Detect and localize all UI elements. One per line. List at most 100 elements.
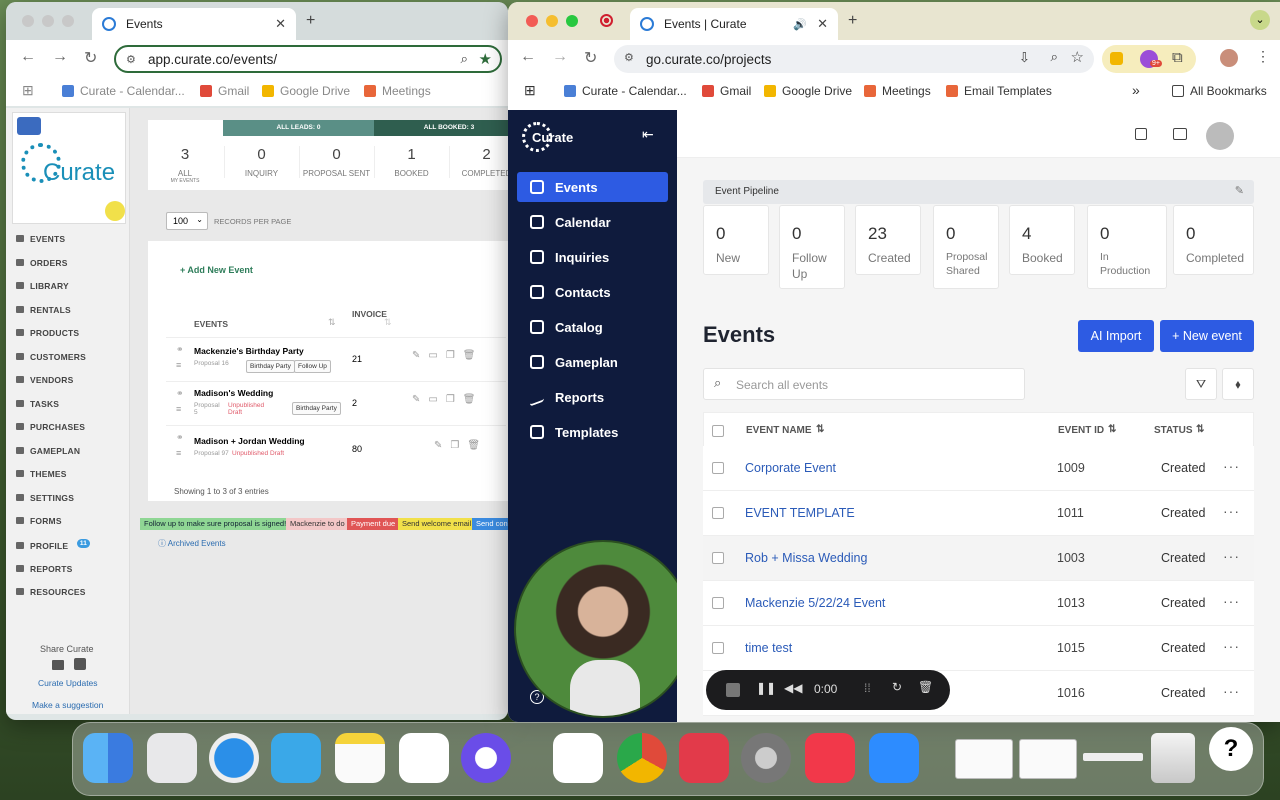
row-checkbox[interactable] xyxy=(712,642,724,654)
pipeline-follow-up[interactable]: 0 Follow Up xyxy=(779,205,845,289)
new-tab-button[interactable]: + xyxy=(848,12,857,30)
table-row[interactable]: Rob + Missa Wedding 1003 Created ··· xyxy=(703,536,1254,581)
row-checkbox[interactable] xyxy=(712,507,724,519)
search-events-input[interactable]: ⌕ Search all events xyxy=(703,368,1025,400)
back-icon[interactable]: ← xyxy=(20,48,36,66)
col-invoice-header[interactable]: INVOICE xyxy=(352,309,387,319)
zoom-icon[interactable] xyxy=(869,733,919,783)
bookmark-star-icon[interactable]: ☆ xyxy=(1071,48,1084,66)
reload-icon[interactable]: ↻ xyxy=(84,48,97,68)
tab-search-button[interactable]: ⌄ xyxy=(1250,10,1270,30)
row-checkbox[interactable] xyxy=(712,462,724,474)
sidebar-item-themes[interactable]: THEMES xyxy=(16,469,67,479)
delete-recording-icon[interactable]: 🗑 xyxy=(918,680,933,694)
stop-recording-button[interactable] xyxy=(726,683,740,697)
bookmark-google-drive[interactable]: Google Drive xyxy=(262,84,350,98)
table-row[interactable]: EVENT TEMPLATE 1011 Created ··· xyxy=(703,491,1254,536)
row-actions-icons[interactable]: ✎▭❐🗑 xyxy=(412,350,484,361)
minimize-window-button[interactable] xyxy=(546,15,558,27)
row-menu-icon[interactable]: ··· xyxy=(1223,593,1240,609)
close-tab-icon[interactable]: ✕ xyxy=(275,16,286,32)
drag-handle-icon[interactable]: ≡ xyxy=(176,404,181,414)
apps-grid-icon[interactable]: ⊞ xyxy=(22,82,34,99)
bookmark-meetings[interactable]: Meetings xyxy=(864,84,931,98)
drag-grip-icon[interactable]: ⁞⁞ xyxy=(864,681,871,695)
help-question-icon[interactable]: ? xyxy=(1209,727,1253,771)
right-tab-events-curate[interactable]: Events | Curate 🔊 ✕ xyxy=(630,8,838,40)
sort-icon[interactable]: ⇅ xyxy=(1108,424,1116,435)
site-settings-icon[interactable]: ⚙ xyxy=(126,53,136,66)
bookmark-gmail[interactable]: Gmail xyxy=(200,84,249,98)
sidebar-item-customers[interactable]: CUSTOMERS xyxy=(16,352,86,362)
archived-events-link[interactable]: ⓘ Archived Events xyxy=(158,538,226,549)
back-icon[interactable]: ← xyxy=(520,48,536,66)
nav-item-gameplan[interactable]: Gameplan xyxy=(517,347,668,377)
sidebar-item-products[interactable]: PRODUCTS xyxy=(16,328,79,338)
sidebar-item-reports[interactable]: REPORTS xyxy=(16,564,73,574)
left-address-bar[interactable]: ⚙ app.curate.co/events/ ⌕ ★ xyxy=(114,45,502,73)
stat-all[interactable]: 3 ALL MY EVENTS xyxy=(148,146,222,184)
sidebar-item-rentals[interactable]: RENTALS xyxy=(16,305,71,315)
sidebar-item-gameplan[interactable]: GAMEPLAN xyxy=(16,446,80,456)
table-row[interactable]: Corporate Event 1009 Created ··· xyxy=(703,446,1254,491)
notes-icon[interactable] xyxy=(335,733,385,783)
stat-completed[interactable]: 2 COMPLETED xyxy=(449,146,508,178)
nav-item-reports[interactable]: Reports xyxy=(517,382,668,412)
new-tab-button[interactable]: + xyxy=(306,12,315,30)
perplexity-icon[interactable] xyxy=(461,733,511,783)
nav-item-contacts[interactable]: Contacts xyxy=(517,277,668,307)
safari-icon[interactable] xyxy=(209,733,259,783)
facebook-icon[interactable] xyxy=(74,658,86,670)
pipeline-created[interactable]: 23 Created xyxy=(855,205,921,275)
row-actions-icons[interactable]: ✎▭❐🗑 xyxy=(412,394,484,405)
stat-proposal-sent[interactable]: 0 PROPOSAL SENT xyxy=(299,146,373,178)
chrome-window-thumbnail[interactable] xyxy=(1083,753,1143,761)
sidebar-item-library[interactable]: LIBRARY xyxy=(16,281,69,291)
sidebar-item-tasks[interactable]: TASKS xyxy=(16,399,59,409)
music-icon[interactable] xyxy=(805,733,855,783)
tag-pill-follow-up[interactable]: Follow up to make sure proposal is signe… xyxy=(140,518,291,530)
system-settings-icon[interactable] xyxy=(741,733,791,783)
minimize-window-button[interactable] xyxy=(42,15,54,27)
pipeline-booked[interactable]: 4 Booked xyxy=(1009,205,1075,275)
sort-icon[interactable]: ⇅ xyxy=(1196,424,1204,435)
row-actions-icons[interactable]: ✎❐🗑 xyxy=(434,440,488,451)
bookmark-star-icon[interactable]: ★ xyxy=(479,50,492,68)
row-menu-icon[interactable]: ··· xyxy=(1223,683,1240,699)
bookmark-curate[interactable]: Curate - Calendar... xyxy=(62,84,185,98)
trash-icon[interactable] xyxy=(1151,733,1195,783)
sidebar-item-purchases[interactable]: PURCHASES xyxy=(16,422,85,432)
audio-icon[interactable]: 🔊 xyxy=(793,18,807,31)
nav-item-events[interactable]: Events xyxy=(517,172,668,202)
row-menu-icon[interactable]: ··· xyxy=(1223,503,1240,519)
stat-booked[interactable]: 1 BOOKED xyxy=(374,146,448,178)
menu-kebab-icon[interactable]: ⋮ xyxy=(1256,48,1270,65)
row-menu-icon[interactable]: ··· xyxy=(1223,548,1240,564)
sidebar-item-settings[interactable]: SETTINGS xyxy=(16,493,74,503)
user-avatar[interactable] xyxy=(1206,122,1234,150)
restart-icon[interactable]: ↻ xyxy=(892,680,902,694)
sort-icon[interactable]: ⇅ xyxy=(384,317,392,328)
sidebar-item-events[interactable]: EVENTS xyxy=(16,234,65,244)
nav-item-templates[interactable]: Templates xyxy=(517,417,668,447)
sidebar-item-resources[interactable]: RESOURCES xyxy=(16,587,86,597)
row-checkbox[interactable] xyxy=(712,552,724,564)
row-menu-icon[interactable]: ··· xyxy=(1223,458,1240,474)
row-checkbox[interactable] xyxy=(712,597,724,609)
table-row[interactable]: ⚭ ≡ Madison's Wedding Proposal 5 Unpubli… xyxy=(166,381,506,425)
expensify-icon[interactable] xyxy=(679,733,729,783)
site-settings-icon[interactable]: ⚙ xyxy=(624,51,634,64)
reload-icon[interactable]: ↻ xyxy=(584,48,597,68)
tag-pill-send-con[interactable]: Send con xyxy=(472,518,508,530)
forward-icon[interactable]: → xyxy=(52,48,68,66)
table-row[interactable]: ⚭ ≡ Mackenzie's Birthday Party Proposal … xyxy=(166,337,506,381)
pipeline-in-production[interactable]: 0 In Production xyxy=(1087,205,1167,289)
window-thumbnail-2[interactable] xyxy=(1019,739,1077,779)
pipeline-completed[interactable]: 0 Completed xyxy=(1173,205,1254,275)
suggestion-link[interactable]: Make a suggestion xyxy=(32,700,103,710)
sidebar-item-vendors[interactable]: VENDORS xyxy=(16,375,73,385)
col-event-name[interactable]: EVENT NAME xyxy=(746,425,812,436)
calendar-icon[interactable] xyxy=(1135,128,1147,140)
pipeline-proposal-shared[interactable]: 0 Proposal Shared xyxy=(933,205,999,289)
tag-pill-mackenzie[interactable]: Mackenzie to do xyxy=(286,518,349,530)
